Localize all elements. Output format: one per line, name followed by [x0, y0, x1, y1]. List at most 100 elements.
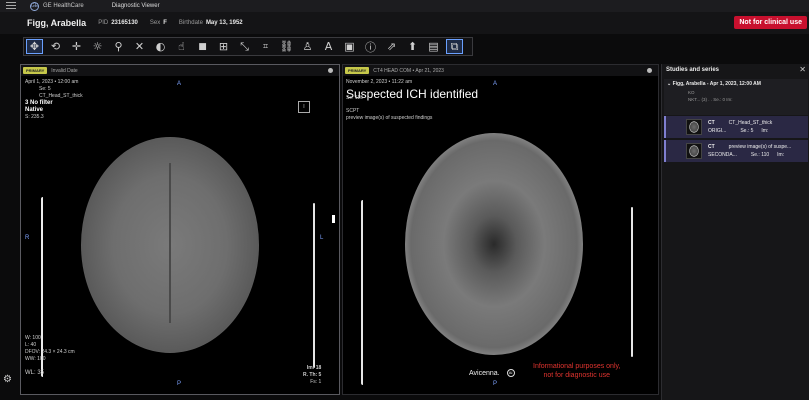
orientation-bottom: P: [177, 381, 182, 387]
app-title: Diagnostic Viewer: [111, 3, 160, 9]
menu-icon[interactable]: [6, 2, 16, 10]
series-se: Se.: 110: [750, 152, 770, 158]
info-icon[interactable]: ⓘ: [362, 39, 379, 54]
study-date: November 2, 2023 • 11:22 am: [346, 79, 413, 85]
pin-icon[interactable]: [328, 68, 333, 73]
ge-logo-icon: GE: [30, 1, 39, 11]
viewport-marker-box[interactable]: I: [298, 101, 310, 113]
orientation-top: A: [177, 81, 182, 87]
series-im: Im:: [761, 128, 769, 134]
brightness-icon[interactable]: ☼: [89, 39, 106, 54]
pid-value: 23165130: [111, 20, 138, 26]
overlay-bottom-right: Im: 18 R. Th: 5 Fs: 1: [303, 365, 321, 386]
viewport-header-text: CT4 HEAD COM • Apr 21, 2023: [373, 67, 444, 74]
viewport-right[interactable]: PRIMARY CT4 HEAD COM • Apr 21, 2023 Nove…: [342, 64, 659, 395]
series-item[interactable]: CT CT_Head_ST_thick ORIGI... Se.: 5 Im:: [664, 116, 808, 138]
app-bar: GE GE HealthCare Diagnostic Viewer: [0, 0, 809, 12]
pin-icon[interactable]: [647, 68, 652, 73]
overlay-series: Se: 110 SCPT preview image(s) of suspect…: [346, 95, 432, 122]
layout-icon[interactable]: ⧉: [446, 39, 463, 54]
series-name: CT_Head_ST_thick: [39, 93, 83, 99]
ww-value: WW: 100: [25, 356, 46, 362]
patient-name: Figg, Arabella: [27, 18, 87, 28]
series-thumbnail: [686, 143, 702, 159]
l-value: L: 40: [25, 342, 37, 348]
close-icon[interactable]: ✕: [799, 65, 806, 74]
toolbar: ✥ ⟲ ✛ ☼ ⚲ ✕ ◐ ☝ ■ ⊞ ⤡ ⌗ ⛓ ♙ A ▣ ⓘ ⇗ ⬆ ▤ …: [23, 37, 473, 56]
link-icon[interactable]: ⛓: [278, 39, 295, 54]
series-name: CT_Head_ST_thick: [728, 120, 773, 126]
series-description: preview image(s) of suspected findings: [346, 115, 433, 121]
viewport-header: PRIMARY Invalid Date: [21, 65, 339, 76]
scale-bar-right: [313, 203, 315, 368]
patient-bar: Figg, Arabella PID 23165130 Sex F Birthd…: [0, 12, 809, 34]
key-image-icon[interactable]: ⬆: [404, 39, 421, 54]
rotate-icon[interactable]: ⟲: [47, 39, 64, 54]
birthdate-label: Birthdate: [178, 20, 203, 26]
primary-badge: PRIMARY: [23, 67, 48, 74]
gear-icon[interactable]: ⚙: [3, 374, 12, 385]
dfov-value: DFOV: 24.3 × 24.3 cm: [25, 349, 75, 355]
disclaimer-line-1: Informational purposes only,: [533, 363, 621, 370]
window-level-icon[interactable]: ◐: [152, 39, 169, 54]
series-thumbnail: [686, 119, 702, 135]
image-number: Im: 18: [306, 365, 322, 371]
primary-badge: PRIMARY: [345, 67, 370, 74]
series-se: Se.: 5: [740, 128, 754, 134]
overlay-bottom-left: W: 100 L: 40 DFOV: 24.3 × 24.3 cm WW: 10…: [25, 335, 75, 377]
scale-bar-right: [631, 207, 633, 357]
pan-icon[interactable]: ✛: [68, 39, 85, 54]
save-icon[interactable]: ▣: [341, 39, 358, 54]
brand-name: GE HealthCare: [43, 3, 84, 9]
report-icon[interactable]: ▤: [425, 39, 442, 54]
invert-icon[interactable]: ■: [194, 39, 211, 54]
person-icon[interactable]: ♙: [299, 39, 316, 54]
study-title: Figg, Arabella - Apr 1, 2023, 12:00 AM: [672, 81, 761, 87]
orientation-bottom: P: [493, 381, 498, 387]
mode-label: Native: [25, 107, 44, 113]
measure-icon[interactable]: ⤡: [236, 39, 253, 54]
ct-brain-image-right: [405, 133, 583, 355]
orientation-top: A: [493, 81, 498, 87]
orientation-right: L: [320, 235, 324, 241]
series-im: Im:: [777, 152, 785, 158]
vendor-logo: Avicenna. AI: [469, 369, 515, 377]
series-modality: CT: [708, 120, 715, 126]
viewport-header: PRIMARY CT4 HEAD COM • Apr 21, 2023: [343, 65, 658, 76]
series-item[interactable]: CT preview image(s) of suspe... SECONDA..…: [664, 140, 808, 162]
crosshair-icon[interactable]: ✕: [131, 39, 148, 54]
series-number: Se: 5: [39, 86, 51, 92]
birthdate-value: May 13, 1952: [205, 20, 243, 26]
disclaimer-line-2: not for diagnostic use: [543, 372, 610, 379]
series-sub: ORIGI...: [708, 128, 727, 134]
pid-label: PID: [98, 20, 109, 26]
vendor-name: Avicenna.: [469, 369, 500, 377]
orientation-left: R: [25, 235, 30, 241]
study-item[interactable]: ⌄ Figg, Arabella - Apr 1, 2023, 12:00 AM…: [664, 79, 808, 115]
export-icon[interactable]: ⇗: [383, 39, 400, 54]
panel-title: Studies and series: [666, 67, 720, 73]
w-value: W: 100: [25, 335, 41, 341]
s-value: S: 235.3: [25, 114, 44, 120]
annotate-icon[interactable]: ⊞: [215, 39, 232, 54]
fs-value: Fs: 1: [310, 379, 322, 385]
text-icon[interactable]: A: [320, 39, 337, 54]
filter-label: 3 No filter: [25, 100, 53, 106]
zoom-fit-icon[interactable]: ⌗: [257, 39, 274, 54]
disclaimer: Informational purposes only, not for dia…: [533, 362, 620, 380]
not-for-clinical-use-badge: Not for clinical use: [734, 16, 807, 29]
series-text: CT preview image(s) of suspe... SECONDA..…: [708, 143, 791, 159]
hand-pointer-icon[interactable]: ☝: [173, 39, 190, 54]
viewport-header-text: Invalid Date: [51, 67, 78, 74]
sex-value: F: [163, 20, 167, 26]
zoom-icon[interactable]: ⚲: [110, 39, 127, 54]
sex-label: Sex: [149, 20, 161, 26]
sc-label: SCPT: [346, 108, 360, 114]
move-icon[interactable]: ✥: [26, 39, 43, 54]
study-line-1: KO: [688, 90, 695, 95]
overlay-top-left: November 2, 2023 • 11:22 am: [346, 79, 412, 86]
slice-scroll-handle[interactable]: [332, 215, 335, 223]
viewport-marker-label: I: [303, 104, 305, 110]
thickness: R. Th: 5: [303, 372, 322, 378]
viewport-left[interactable]: PRIMARY Invalid Date April 1, 2023 • 12:…: [20, 64, 340, 395]
